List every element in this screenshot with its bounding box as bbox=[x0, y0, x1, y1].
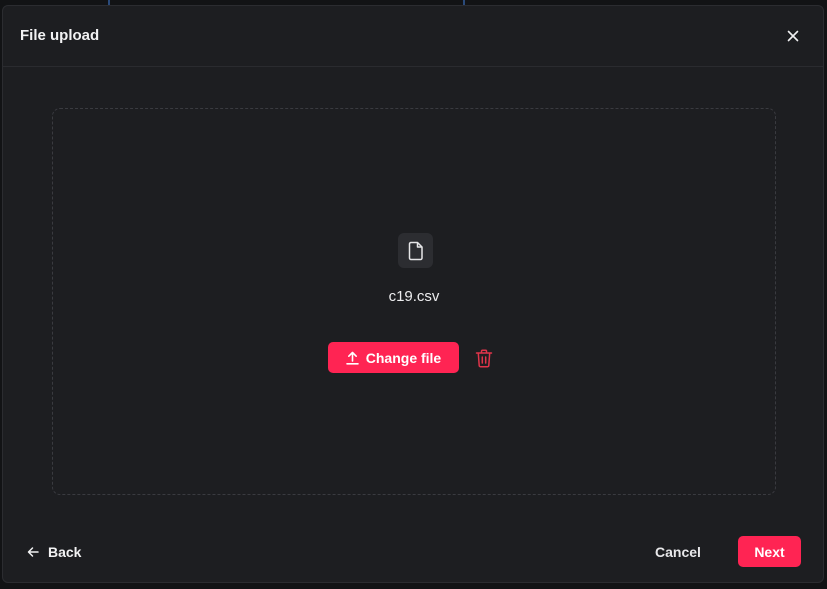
back-button[interactable]: Back bbox=[27, 541, 81, 563]
delete-file-button[interactable] bbox=[473, 347, 495, 369]
file-name: c19.csv bbox=[388, 288, 440, 305]
arrow-left-icon bbox=[27, 547, 39, 557]
dialog-header: File upload bbox=[3, 6, 823, 67]
dialog-title: File upload bbox=[20, 27, 100, 44]
file-dropzone[interactable]: c19.csv Change file bbox=[52, 108, 776, 495]
close-button[interactable] bbox=[783, 26, 803, 46]
file-tile bbox=[398, 233, 433, 268]
close-icon bbox=[787, 30, 799, 42]
cancel-button[interactable]: Cancel bbox=[655, 541, 701, 563]
back-label: Back bbox=[48, 544, 82, 560]
file-icon bbox=[408, 241, 423, 260]
change-file-button[interactable]: Change file bbox=[328, 342, 459, 373]
upload-icon bbox=[345, 351, 359, 365]
file-upload-dialog: File upload c19.csv Change file Back Can… bbox=[2, 5, 824, 583]
trash-icon bbox=[475, 349, 493, 367]
next-button[interactable]: Next bbox=[738, 536, 801, 567]
change-file-label: Change file bbox=[365, 349, 442, 366]
